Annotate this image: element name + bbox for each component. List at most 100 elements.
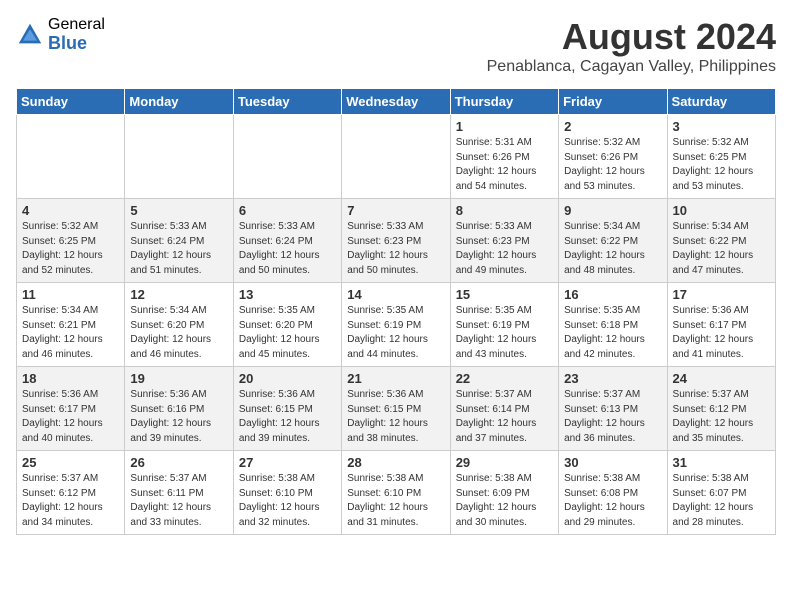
calendar-cell: 20Sunrise: 5:36 AM Sunset: 6:15 PM Dayli… (233, 367, 341, 451)
cell-info: Sunrise: 5:38 AM Sunset: 6:07 PM Dayligh… (673, 472, 770, 530)
date-number: 29 (456, 455, 553, 470)
calendar-cell: 7 Sunrise: 5:33 AM Sunset: 6:23 PM Daylig… (342, 199, 450, 283)
date-number: 26 (130, 455, 227, 470)
date-number: 22 (456, 371, 553, 386)
date-number: 1 (456, 119, 553, 134)
logo: General Blue (16, 16, 105, 53)
calendar-cell: 23 Sunrise: 5:37 AM Sunset: 6:13 PM Dayli… (559, 367, 667, 451)
calendar-cell: 15 Sunrise: 5:35 AM Sunset: 6:19 PM Dayli… (450, 283, 558, 367)
cell-info: Sunrise: 5:33 AM Sunset: 6:23 PM Dayligh… (456, 220, 553, 278)
calendar-cell: 16Sunrise: 5:35 AM Sunset: 6:18 PM Dayli… (559, 283, 667, 367)
cell-info: Sunrise: 5:34 AM Sunset: 6:20 PM Dayligh… (130, 304, 227, 362)
cell-info: Sunrise: 5:31 AM Sunset: 6:26 PM Dayligh… (456, 136, 553, 194)
location-title: Penablanca, Cagayan Valley, Philippines (487, 58, 776, 76)
date-number: 18 (22, 371, 119, 386)
date-number: 17 (673, 287, 770, 302)
calendar-cell: 13 Sunrise: 5:35 AM Sunset: 6:20 PM Dayli… (233, 283, 341, 367)
calendar-week-row: 25Sunrise: 5:37 AM Sunset: 6:12 PM Dayli… (17, 451, 776, 535)
cell-info: Sunrise: 5:37 AM Sunset: 6:12 PM Dayligh… (22, 472, 119, 530)
date-number: 2 (564, 119, 661, 134)
cell-info: Sunrise: 5:36 AM Sunset: 6:15 PM Dayligh… (239, 388, 336, 446)
calendar-cell: 29 Sunrise: 5:38 AM Sunset: 6:09 PM Dayli… (450, 451, 558, 535)
calendar-cell: 27Sunrise: 5:38 AM Sunset: 6:10 PM Dayli… (233, 451, 341, 535)
day-header-sunday: Sunday (17, 89, 125, 115)
date-number: 10 (673, 203, 770, 218)
cell-info: Sunrise: 5:35 AM Sunset: 6:19 PM Dayligh… (347, 304, 444, 362)
calendar-week-row: 18 Sunrise: 5:36 AM Sunset: 6:17 PM Dayli… (17, 367, 776, 451)
cell-info: Sunrise: 5:33 AM Sunset: 6:24 PM Dayligh… (239, 220, 336, 278)
cell-info: Sunrise: 5:37 AM Sunset: 6:12 PM Dayligh… (673, 388, 770, 446)
calendar-cell: 12 Sunrise: 5:34 AM Sunset: 6:20 PM Dayli… (125, 283, 233, 367)
cell-info: Sunrise: 5:34 AM Sunset: 6:22 PM Dayligh… (564, 220, 661, 278)
calendar-cell: 9 Sunrise: 5:34 AM Sunset: 6:22 PM Daylig… (559, 199, 667, 283)
calendar-cell: 10Sunrise: 5:34 AM Sunset: 6:22 PM Dayli… (667, 199, 775, 283)
date-number: 12 (130, 287, 227, 302)
date-number: 21 (347, 371, 444, 386)
calendar-cell: 1 Sunrise: 5:31 AM Sunset: 6:26 PM Daylig… (450, 115, 558, 199)
day-header-thursday: Thursday (450, 89, 558, 115)
cell-info: Sunrise: 5:38 AM Sunset: 6:09 PM Dayligh… (456, 472, 553, 530)
date-number: 28 (347, 455, 444, 470)
date-number: 24 (673, 371, 770, 386)
calendar-cell: 19Sunrise: 5:36 AM Sunset: 6:16 PM Dayli… (125, 367, 233, 451)
calendar-cell: 28 Sunrise: 5:38 AM Sunset: 6:10 PM Dayli… (342, 451, 450, 535)
calendar-cell: 6 Sunrise: 5:33 AM Sunset: 6:24 PM Daylig… (233, 199, 341, 283)
date-number: 13 (239, 287, 336, 302)
cell-info: Sunrise: 5:35 AM Sunset: 6:20 PM Dayligh… (239, 304, 336, 362)
date-number: 15 (456, 287, 553, 302)
logo-general: General (48, 16, 105, 34)
date-number: 8 (456, 203, 553, 218)
cell-info: Sunrise: 5:38 AM Sunset: 6:10 PM Dayligh… (347, 472, 444, 530)
cell-info: Sunrise: 5:34 AM Sunset: 6:21 PM Dayligh… (22, 304, 119, 362)
cell-info: Sunrise: 5:37 AM Sunset: 6:13 PM Dayligh… (564, 388, 661, 446)
cell-info: Sunrise: 5:38 AM Sunset: 6:10 PM Dayligh… (239, 472, 336, 530)
calendar-cell: 17Sunrise: 5:36 AM Sunset: 6:17 PM Dayli… (667, 283, 775, 367)
title-block: August 2024 Penablanca, Cagayan Valley, … (487, 16, 776, 76)
calendar-cell: 21 Sunrise: 5:36 AM Sunset: 6:15 PM Dayli… (342, 367, 450, 451)
calendar-cell: 18 Sunrise: 5:36 AM Sunset: 6:17 PM Dayli… (17, 367, 125, 451)
date-number: 6 (239, 203, 336, 218)
calendar-cell: 5 Sunrise: 5:33 AM Sunset: 6:24 PM Daylig… (125, 199, 233, 283)
date-number: 23 (564, 371, 661, 386)
date-number: 4 (22, 203, 119, 218)
date-number: 3 (673, 119, 770, 134)
cell-info: Sunrise: 5:35 AM Sunset: 6:19 PM Dayligh… (456, 304, 553, 362)
day-header-tuesday: Tuesday (233, 89, 341, 115)
date-number: 5 (130, 203, 227, 218)
calendar-cell: 8 Sunrise: 5:33 AM Sunset: 6:23 PM Daylig… (450, 199, 558, 283)
cell-info: Sunrise: 5:33 AM Sunset: 6:24 PM Dayligh… (130, 220, 227, 278)
date-number: 14 (347, 287, 444, 302)
date-number: 9 (564, 203, 661, 218)
calendar-cell: 31Sunrise: 5:38 AM Sunset: 6:07 PM Dayli… (667, 451, 775, 535)
cell-info: Sunrise: 5:32 AM Sunset: 6:25 PM Dayligh… (22, 220, 119, 278)
cell-info: Sunrise: 5:38 AM Sunset: 6:08 PM Dayligh… (564, 472, 661, 530)
day-header-wednesday: Wednesday (342, 89, 450, 115)
cell-info: Sunrise: 5:32 AM Sunset: 6:26 PM Dayligh… (564, 136, 661, 194)
cell-info: Sunrise: 5:36 AM Sunset: 6:17 PM Dayligh… (22, 388, 119, 446)
calendar-cell: 22 Sunrise: 5:37 AM Sunset: 6:14 PM Dayli… (450, 367, 558, 451)
calendar-cell (125, 115, 233, 199)
cell-info: Sunrise: 5:33 AM Sunset: 6:23 PM Dayligh… (347, 220, 444, 278)
date-number: 11 (22, 287, 119, 302)
cell-info: Sunrise: 5:35 AM Sunset: 6:18 PM Dayligh… (564, 304, 661, 362)
date-number: 7 (347, 203, 444, 218)
calendar-cell: 4 Sunrise: 5:32 AM Sunset: 6:25 PM Daylig… (17, 199, 125, 283)
calendar-cell: 11 Sunrise: 5:34 AM Sunset: 6:21 PM Dayli… (17, 283, 125, 367)
day-header-monday: Monday (125, 89, 233, 115)
date-number: 30 (564, 455, 661, 470)
calendar-week-row: 4 Sunrise: 5:32 AM Sunset: 6:25 PM Daylig… (17, 199, 776, 283)
cell-info: Sunrise: 5:36 AM Sunset: 6:15 PM Dayligh… (347, 388, 444, 446)
calendar-header-row: SundayMondayTuesdayWednesdayThursdayFrid… (17, 89, 776, 115)
page-header: General Blue August 2024 Penablanca, Cag… (16, 16, 776, 76)
calendar-cell: 3 Sunrise: 5:32 AM Sunset: 6:25 PM Daylig… (667, 115, 775, 199)
calendar-cell: 25Sunrise: 5:37 AM Sunset: 6:12 PM Dayli… (17, 451, 125, 535)
cell-info: Sunrise: 5:37 AM Sunset: 6:14 PM Dayligh… (456, 388, 553, 446)
calendar-cell (233, 115, 341, 199)
calendar-cell (17, 115, 125, 199)
cell-info: Sunrise: 5:37 AM Sunset: 6:11 PM Dayligh… (130, 472, 227, 530)
calendar-cell: 26 Sunrise: 5:37 AM Sunset: 6:11 PM Dayli… (125, 451, 233, 535)
cell-info: Sunrise: 5:32 AM Sunset: 6:25 PM Dayligh… (673, 136, 770, 194)
calendar-week-row: 1 Sunrise: 5:31 AM Sunset: 6:26 PM Daylig… (17, 115, 776, 199)
calendar-cell: 30 Sunrise: 5:38 AM Sunset: 6:08 PM Dayli… (559, 451, 667, 535)
calendar-cell (342, 115, 450, 199)
